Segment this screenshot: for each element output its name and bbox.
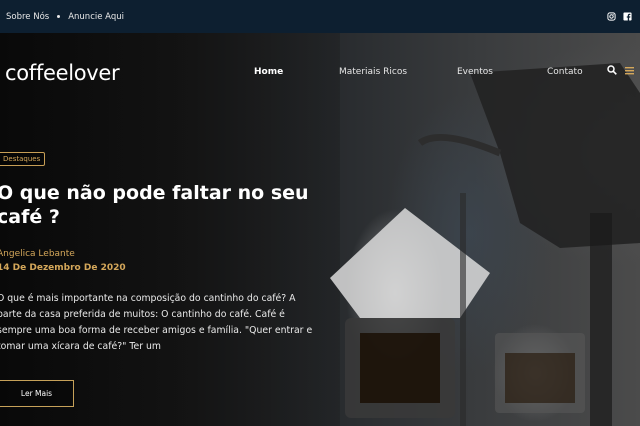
nav-home[interactable]: Home bbox=[254, 67, 283, 77]
menu-icon[interactable] bbox=[625, 66, 634, 75]
site-logo[interactable]: coffeelover bbox=[5, 61, 120, 85]
post-title[interactable]: O que não pode faltar no seu café ? bbox=[0, 181, 317, 229]
post-excerpt: O que é mais importante na composição do… bbox=[0, 293, 313, 352]
post-date: 14 De Dezembro De 2020 bbox=[0, 263, 126, 273]
separator-dot bbox=[57, 15, 61, 18]
social-links bbox=[607, 12, 632, 21]
main-navbar: coffeelover Home Materiais Ricos Eventos… bbox=[0, 33, 640, 113]
search-icon[interactable] bbox=[607, 65, 617, 75]
read-more-button[interactable]: Ler Mais bbox=[0, 380, 74, 407]
top-bar: Sobre Nós Anuncie Aqui bbox=[0, 0, 640, 33]
advertise-link[interactable]: Anuncie Aqui bbox=[68, 12, 124, 22]
top-links: Sobre Nós Anuncie Aqui bbox=[6, 12, 124, 22]
category-badge[interactable]: Destaques bbox=[0, 152, 46, 166]
nav-contato[interactable]: Contato bbox=[547, 67, 583, 77]
post-author[interactable]: Angelica Lebante bbox=[0, 249, 75, 259]
facebook-icon[interactable] bbox=[623, 12, 632, 21]
nav-materiais-ricos[interactable]: Materiais Ricos bbox=[339, 67, 407, 77]
nav-icons bbox=[607, 65, 634, 75]
instagram-icon[interactable] bbox=[607, 12, 616, 21]
nav-eventos[interactable]: Eventos bbox=[457, 67, 493, 77]
about-link[interactable]: Sobre Nós bbox=[6, 12, 49, 22]
